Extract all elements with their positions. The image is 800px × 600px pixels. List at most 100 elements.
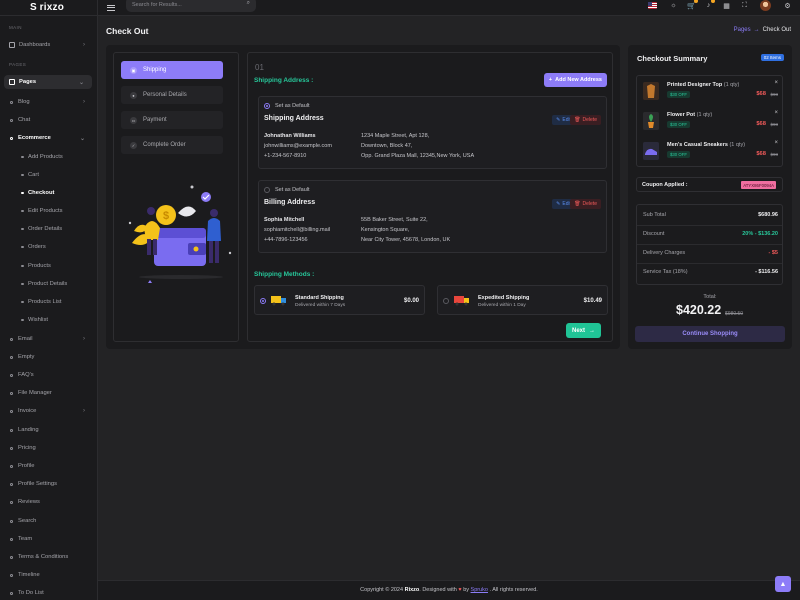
- sidebar-item-terms[interactable]: Terms & Conditions: [0, 550, 98, 564]
- sidebar-item-label: Wishlist: [28, 317, 48, 323]
- row-value: - $116.56: [755, 269, 778, 275]
- sidebar-subitem-edit-products[interactable]: Edit Products: [0, 204, 98, 218]
- close-icon[interactable]: ×: [774, 140, 778, 146]
- sidebar-item-label: Email: [18, 336, 33, 342]
- app-logo[interactable]: S rixzo: [0, 0, 97, 16]
- items-count-badge: 02 Items: [760, 54, 784, 61]
- continue-shopping-button[interactable]: Continue Shopping: [635, 326, 785, 342]
- breadcrumb-link-pages[interactable]: Pages: [734, 27, 751, 33]
- sidebar-item-label: Profile: [18, 463, 35, 469]
- sidebar-item-dashboards[interactable]: Dashboards ›: [0, 38, 98, 52]
- next-button[interactable]: Next →: [565, 323, 601, 338]
- sidebar-item-team[interactable]: Team: [0, 532, 98, 546]
- sidebar-item-timeline[interactable]: Timeline: [0, 568, 98, 582]
- add-new-address-button[interactable]: + Add New Address: [543, 73, 607, 87]
- method-radio[interactable]: [260, 298, 266, 304]
- sidebar-item-reviews[interactable]: Reviews: [0, 495, 98, 509]
- bullet-icon: [10, 537, 13, 541]
- bullet-icon: [21, 264, 24, 268]
- sidebar-item-label: Products List: [28, 299, 62, 305]
- sidebar-item-todo-list[interactable]: To Do List: [0, 586, 98, 600]
- scroll-to-top-button[interactable]: ▲: [775, 576, 791, 592]
- shipping-method-standard[interactable]: Standard Shipping Delivered within 7 Day…: [254, 285, 425, 315]
- footer-copyright: Copyright © 2024: [360, 587, 404, 593]
- close-icon[interactable]: ×: [774, 110, 778, 116]
- us-flag-icon[interactable]: [648, 2, 657, 9]
- fullscreen-icon[interactable]: ⛶: [739, 0, 750, 11]
- footer-author-link[interactable]: Spruko: [471, 587, 488, 593]
- sidebar-item-landing[interactable]: Landing: [0, 423, 98, 437]
- sidebar-subitem-cart[interactable]: Cart: [0, 168, 98, 182]
- search-input[interactable]: [132, 1, 232, 9]
- shipping-method-expedited[interactable]: Expedited Shipping Delivered within 1 Da…: [437, 285, 608, 315]
- bullet-icon: [10, 482, 13, 486]
- sidebar-item-ecommerce[interactable]: Ecommerce ⌄: [0, 131, 98, 145]
- item-title: Printed Designer Top: [667, 82, 723, 88]
- step-shipping[interactable]: ▣ Shipping: [121, 61, 223, 79]
- check-circle-icon: ✓: [130, 141, 137, 149]
- item-name: Printed Designer Top (1 qty): [667, 82, 739, 88]
- apps-grid-icon[interactable]: ▦: [721, 0, 732, 11]
- settings-gear-icon[interactable]: ⚙: [782, 0, 793, 11]
- product-thumbnail: [643, 112, 659, 130]
- total-label: Total:: [703, 294, 717, 300]
- bullet-icon: [10, 136, 13, 140]
- divider: [637, 244, 782, 245]
- sidebar-item-profile[interactable]: Profile: [0, 459, 98, 473]
- bullet-icon: [21, 318, 24, 322]
- coupon-code: ATYX86F0094A: [741, 181, 776, 189]
- menu-toggle-icon[interactable]: [107, 3, 115, 12]
- delete-button[interactable]: 🗑 Delete: [570, 199, 601, 209]
- sun-icon[interactable]: ☼: [668, 0, 679, 11]
- cart-icon[interactable]: 🛒: [686, 0, 698, 11]
- billing-address-card[interactable]: Set as Default Billing Address ✎ Edit 🗑 De…: [258, 180, 607, 253]
- default-radio[interactable]: [264, 103, 270, 109]
- sidebar-item-label: Pricing: [18, 445, 36, 451]
- default-radio[interactable]: [264, 187, 270, 193]
- sidebar-item-pages[interactable]: Pages ⌄: [4, 75, 92, 89]
- item-qty: (1 qty): [729, 142, 746, 148]
- delete-button[interactable]: 🗑 Delete: [570, 115, 601, 125]
- shipping-address-heading: Shipping Address :: [254, 77, 314, 84]
- address-title: Shipping Address: [264, 115, 324, 122]
- sidebar-subitem-products-list[interactable]: Products List: [0, 295, 98, 309]
- sidebar-subitem-orders[interactable]: Orders: [0, 240, 98, 254]
- button-label: Delete: [582, 117, 597, 123]
- sidebar-item-blog[interactable]: Blog ›: [0, 95, 98, 109]
- search-icon[interactable]: ⌕: [247, 0, 250, 7]
- bullet-icon: [10, 428, 13, 432]
- sidebar-item-search[interactable]: Search: [0, 514, 98, 528]
- step-complete-order[interactable]: ✓ Complete Order: [121, 136, 223, 154]
- sidebar-item-empty[interactable]: Empty: [0, 350, 98, 364]
- sidebar-subitem-wishlist[interactable]: Wishlist: [0, 313, 98, 327]
- sidebar-subitem-product-details[interactable]: Product Details: [0, 277, 98, 291]
- shipping-methods-heading: Shipping Methods :: [254, 271, 315, 278]
- sidebar-item-profile-settings[interactable]: Profile Settings: [0, 477, 98, 491]
- footer-text: . Designed with: [419, 587, 457, 593]
- step-personal-details[interactable]: ● Personal Details: [121, 86, 223, 104]
- pencil-icon: ✎: [556, 117, 561, 123]
- close-icon[interactable]: ×: [774, 80, 778, 86]
- sidebar-subitem-add-products[interactable]: Add Products: [0, 150, 98, 164]
- sidebar-item-invoice[interactable]: Invoice ›: [0, 404, 98, 418]
- sidebar-subitem-order-details[interactable]: Order Details: [0, 222, 98, 236]
- item-old-price: $98: [770, 152, 778, 157]
- sidebar-subitem-checkout[interactable]: Checkout: [0, 186, 98, 200]
- sidebar-item-faqs[interactable]: FAQ's: [0, 368, 98, 382]
- step-payment[interactable]: ▭ Payment: [121, 111, 223, 129]
- step-label: Complete Order: [143, 142, 186, 148]
- item-name: Flower Pot (1 qty): [667, 112, 712, 118]
- product-thumbnail: [643, 142, 659, 160]
- sidebar-item-email[interactable]: Email ›: [0, 332, 98, 346]
- sidebar-subitem-products[interactable]: Products: [0, 259, 98, 273]
- row-label: Service Tax (18%): [643, 269, 688, 275]
- method-radio[interactable]: [443, 298, 449, 304]
- address-line: Near City Tower, 45678, London, UK: [361, 237, 451, 243]
- button-label: Add New Address: [555, 77, 602, 83]
- sidebar-item-pricing[interactable]: Pricing: [0, 441, 98, 455]
- user-avatar[interactable]: [760, 0, 771, 11]
- shipping-address-card[interactable]: Set as Default Shipping Address ✎ Edit 🗑 D…: [258, 96, 607, 169]
- bell-icon[interactable]: ♪: [703, 0, 715, 11]
- sidebar-item-chat[interactable]: Chat: [0, 113, 98, 127]
- sidebar-item-file-manager[interactable]: File Manager: [0, 386, 98, 400]
